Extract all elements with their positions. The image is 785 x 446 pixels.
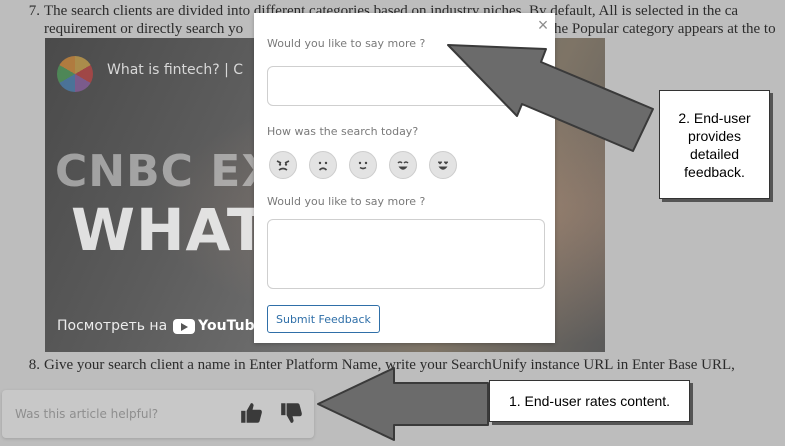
search-rating-label: How was the search today? (267, 125, 419, 138)
video-title[interactable]: What is fintech? | C (107, 62, 243, 78)
feedback-modal: × Would you like to say more ? How was t… (254, 13, 555, 343)
search-rating-row (269, 151, 457, 179)
step7-number: 7. (28, 3, 40, 19)
step7-line2-start: requirement or directly search yo (44, 21, 244, 37)
youtube-logo: YouTube (173, 318, 264, 334)
article-helpful-bar: Was this article helpful? (2, 390, 314, 438)
arrow-to-rating-bar (317, 367, 489, 441)
happy-face-icon[interactable] (389, 151, 417, 179)
watch-on-youtube-link[interactable]: Посмотреть на YouTube (57, 318, 264, 334)
love-face-icon[interactable] (429, 151, 457, 179)
step8-text: Give your search client a name in Enter … (44, 357, 735, 373)
callout-detailed-feedback: 2. End-user provides detailed feedback. (659, 90, 770, 199)
youtube-play-icon (173, 318, 196, 334)
say-more-input-top[interactable] (267, 66, 545, 106)
sad-face-icon[interactable] (309, 151, 337, 179)
submit-feedback-button[interactable]: Submit Feedback (267, 305, 380, 333)
say-more-textarea[interactable] (267, 219, 545, 289)
callout-rates-content: 1. End-user rates content. (489, 380, 690, 422)
say-more-label-top: Would you like to say more ? (267, 37, 426, 50)
step8-line: 8. Give your search client a name in Ente… (0, 357, 735, 374)
thumbs-up-icon[interactable] (239, 400, 265, 426)
angry-face-icon[interactable] (269, 151, 297, 179)
step7-line2-end: he Popular category appears at the to (554, 21, 776, 37)
article-helpful-question: Was this article helpful? (15, 407, 159, 421)
thumbs-down-icon[interactable] (279, 400, 305, 426)
cnbc-logo-icon (57, 56, 93, 92)
step8-number: 8. (28, 357, 40, 373)
neutral-smile-icon[interactable] (349, 151, 377, 179)
watch-on-label: Посмотреть на (57, 318, 168, 334)
say-more-label-bottom: Would you like to say more ? (267, 195, 426, 208)
close-button[interactable]: × (533, 15, 553, 35)
